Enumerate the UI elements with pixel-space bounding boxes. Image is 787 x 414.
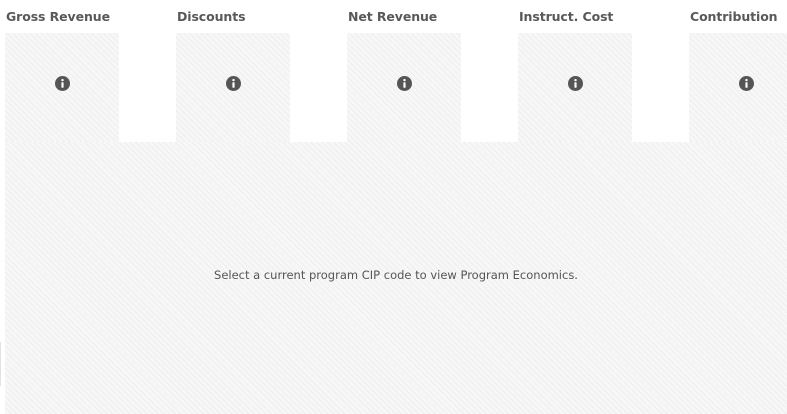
- kpi-tile-contribution: [689, 33, 787, 145]
- kpi-title-contribution: Contribution: [690, 9, 778, 24]
- kpi-title-instruct-cost: Instruct. Cost: [519, 9, 614, 24]
- kpi-title-gross-revenue: Gross Revenue: [6, 9, 110, 24]
- info-circle-icon[interactable]: [225, 76, 241, 91]
- info-circle-icon[interactable]: [567, 76, 583, 91]
- kpi-tile-instruct-cost: [518, 33, 632, 145]
- info-circle-icon[interactable]: [738, 76, 754, 91]
- kpi-tile-net-revenue: [347, 33, 461, 145]
- info-circle-icon[interactable]: [396, 76, 412, 91]
- kpi-title-net-revenue: Net Revenue: [348, 9, 438, 24]
- empty-state-panel: Select a current program CIP code to vie…: [5, 142, 787, 414]
- info-circle-icon[interactable]: [54, 76, 70, 91]
- panel-edge-divider: [0, 342, 1, 386]
- kpi-tile-gross-revenue: [5, 33, 119, 145]
- kpi-title-discounts: Discounts: [177, 9, 246, 24]
- kpi-tile-discounts: [176, 33, 290, 145]
- empty-state-message: Select a current program CIP code to vie…: [214, 268, 578, 282]
- program-economics-panel: Gross Revenue Discounts Net Revenue Inst…: [0, 0, 787, 414]
